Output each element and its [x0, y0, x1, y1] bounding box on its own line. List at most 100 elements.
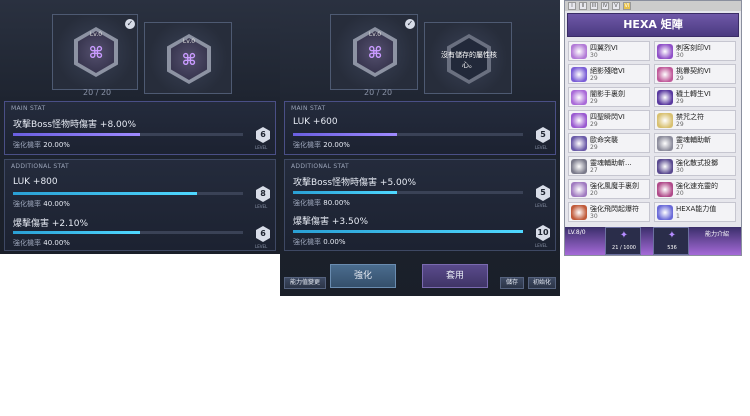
skill-icon — [571, 136, 587, 151]
hexa-matrix-title: HEXA 矩陣 — [567, 13, 739, 37]
hexa-tab-1[interactable]: I — [568, 2, 576, 10]
stat-core-slot[interactable]: Lv.0 ⌘ — [144, 22, 232, 94]
hexa-ability-info-button[interactable]: 能力介紹 — [705, 229, 729, 238]
skill-icon — [657, 205, 673, 220]
main-stat-bar — [13, 133, 243, 136]
bar-fill — [13, 133, 140, 136]
additional-stat-2-bar — [13, 231, 243, 234]
hexa-skill-cell[interactable]: 四翼烈VI 30 — [568, 41, 650, 61]
skill-level: 20 — [590, 190, 598, 197]
hexa-skill-cell[interactable]: 禁咒之符 29 — [654, 110, 736, 130]
additional-stat-1-level-badge: 5 — [536, 185, 550, 201]
skill-icon — [657, 90, 673, 105]
skill-icon — [571, 182, 587, 197]
skill-level: 29 — [676, 75, 684, 82]
hexa-skill-cell[interactable]: 四聖瞬閃VI 29 — [568, 110, 650, 130]
skill-level: 27 — [590, 167, 598, 174]
hexa-tab-bar: I II III IV V VI — [565, 1, 741, 11]
skill-level: 29 — [590, 75, 598, 82]
hexa-skill-cell[interactable]: 闇影手裏劍 29 — [568, 87, 650, 107]
skill-icon — [657, 136, 673, 151]
sol-erda-fragment-counter: ✦ 21 / 1000 — [605, 227, 641, 255]
hexa-skill-cell[interactable]: HEXA能力值 1 — [654, 202, 736, 222]
skill-icon — [657, 67, 673, 82]
hexa-matrix-window: I II III IV V VI HEXA 矩陣 四翼烈VI 30 刺客刻印VI 30 絕影殘暗V… — [564, 0, 742, 256]
hexa-skill-cell[interactable]: 強化風魔手裏劍 20 — [568, 179, 650, 199]
core-level-label: Lv.0 — [89, 31, 103, 38]
additional-stat-1-bar — [13, 192, 243, 195]
additional-stat-box: ADDITIONAL STAT 攻擊Boss怪物時傷害 +5.00% 強化機率 … — [284, 159, 556, 251]
main-stat-rate: 強化機率 20.00% — [13, 141, 70, 149]
skill-level: 30 — [590, 213, 598, 220]
bar-fill — [293, 191, 397, 194]
level-caption: LEVEL — [255, 204, 268, 209]
skill-icon — [571, 67, 587, 82]
save-button[interactable]: 儲存 — [500, 277, 524, 289]
level-caption: LEVEL — [255, 244, 268, 249]
hexa-skill-cell[interactable]: 強化速充靈的 20 — [654, 179, 736, 199]
stat-core-slot-selected[interactable]: Lv.0 ⌘ ✓ — [52, 14, 138, 90]
main-stat-box: MAIN STAT 攻擊Boss怪物時傷害 +8.00% 強化機率 20.00%… — [4, 101, 276, 155]
skill-level: 20 — [676, 190, 684, 197]
core-progress: 20 / 20 — [83, 88, 112, 97]
additional-stat-1-rate: 強化機率 80.00% — [293, 199, 350, 207]
level-caption: LEVEL — [535, 243, 548, 248]
reset-button[interactable]: 初始化 — [528, 277, 556, 289]
skill-level: 27 — [676, 144, 684, 151]
hexa-skill-cell[interactable]: 靈魂輔助斬 27 — [654, 133, 736, 153]
hexa-skill-cell[interactable]: 挑釁契約VI 29 — [654, 64, 736, 84]
main-stat-label: MAIN STAT — [11, 105, 46, 112]
level-caption: LEVEL — [535, 145, 548, 150]
skill-level: 30 — [590, 52, 598, 59]
additional-stat-1-bar — [293, 191, 523, 194]
hexa-skill-cell[interactable]: 穢土轉生VI 29 — [654, 87, 736, 107]
hexa-bottom-bar: LV.8/0 ✦ 21 / 1000 ✦ 536 能力介紹 — [565, 227, 741, 255]
skill-level: 1 — [676, 213, 680, 220]
hexa-skill-cell[interactable]: 強化散式投擲 30 — [654, 156, 736, 176]
enhance-button[interactable]: 強化 — [330, 264, 396, 288]
additional-stat-2-name: 爆擊傷害 +2.10% — [13, 219, 88, 229]
sol-erda-energy-icon: ✦ — [667, 230, 677, 241]
hexa-skill-cell[interactable]: 刺客刻印VI 30 — [654, 41, 736, 61]
main-stat-name: 攻擊Boss怪物時傷害 +8.00% — [13, 120, 137, 130]
main-stat-name: LUK +600 — [293, 117, 338, 127]
skill-name: HEXA能力值 — [676, 205, 717, 213]
skill-icon — [571, 205, 587, 220]
main-stat-bar — [293, 133, 523, 136]
change-ability-button[interactable]: 能力值變更 — [284, 277, 326, 289]
hexa-skill-cell[interactable]: 靈魂輔助斬... 27 — [568, 156, 650, 176]
hexa-tab-5[interactable]: V — [612, 2, 620, 10]
additional-stat-box: ADDITIONAL STAT LUK +800 強化機率 40.00% 8 L… — [4, 159, 276, 251]
additional-stat-1-name: LUK +800 — [13, 177, 58, 187]
hexa-skill-cell[interactable]: 絕影殘暗VI 29 — [568, 64, 650, 84]
hexa-stat-core-icon: Lv.0 ⌘ — [74, 27, 118, 77]
additional-stat-label: ADDITIONAL STAT — [11, 163, 69, 170]
hexa-skill-cell[interactable]: 歐命突襲 29 — [568, 133, 650, 153]
skill-icon — [657, 44, 673, 59]
apply-button[interactable]: 套用 — [422, 264, 488, 288]
bar-fill — [293, 230, 523, 233]
bar-fill — [13, 231, 140, 234]
additional-stat-2-level-badge: 10 — [536, 225, 550, 241]
hexa-tab-2[interactable]: II — [579, 2, 587, 10]
hexa-tab-3[interactable]: III — [590, 2, 598, 10]
empty-stat-core-slot[interactable]: 沒有儲存的屬性核心。 — [424, 22, 512, 94]
stat-core-slot-selected[interactable]: Lv.0 ⌘ ✓ — [330, 14, 418, 90]
hexa-tab-4[interactable]: IV — [601, 2, 609, 10]
core-level-label: Lv.0 — [182, 38, 196, 45]
hexa-stat-core-icon: Lv.0 ⌘ — [167, 34, 211, 84]
level-caption: LEVEL — [535, 203, 548, 208]
main-stat-box: MAIN STAT LUK +600 強化機率 20.00% 5 LEVEL — [284, 101, 556, 155]
hexa-bottom-left-label: LV.8/0 — [568, 229, 586, 236]
hexa-skill-cell[interactable]: 強化飛閃起爆符 30 — [568, 202, 650, 222]
hexa-tab-6[interactable]: VI — [623, 2, 631, 10]
additional-stat-1-name: 攻擊Boss怪物時傷害 +5.00% — [293, 178, 417, 188]
skill-level: 29 — [676, 121, 684, 128]
sol-erda-energy-counter: ✦ 536 — [653, 227, 689, 255]
skill-icon — [657, 113, 673, 128]
skill-icon — [571, 44, 587, 59]
check-icon: ✓ — [125, 19, 135, 29]
sol-erda-icon: ✦ — [619, 230, 629, 241]
additional-stat-label: ADDITIONAL STAT — [291, 163, 349, 170]
skill-level: 29 — [590, 121, 598, 128]
